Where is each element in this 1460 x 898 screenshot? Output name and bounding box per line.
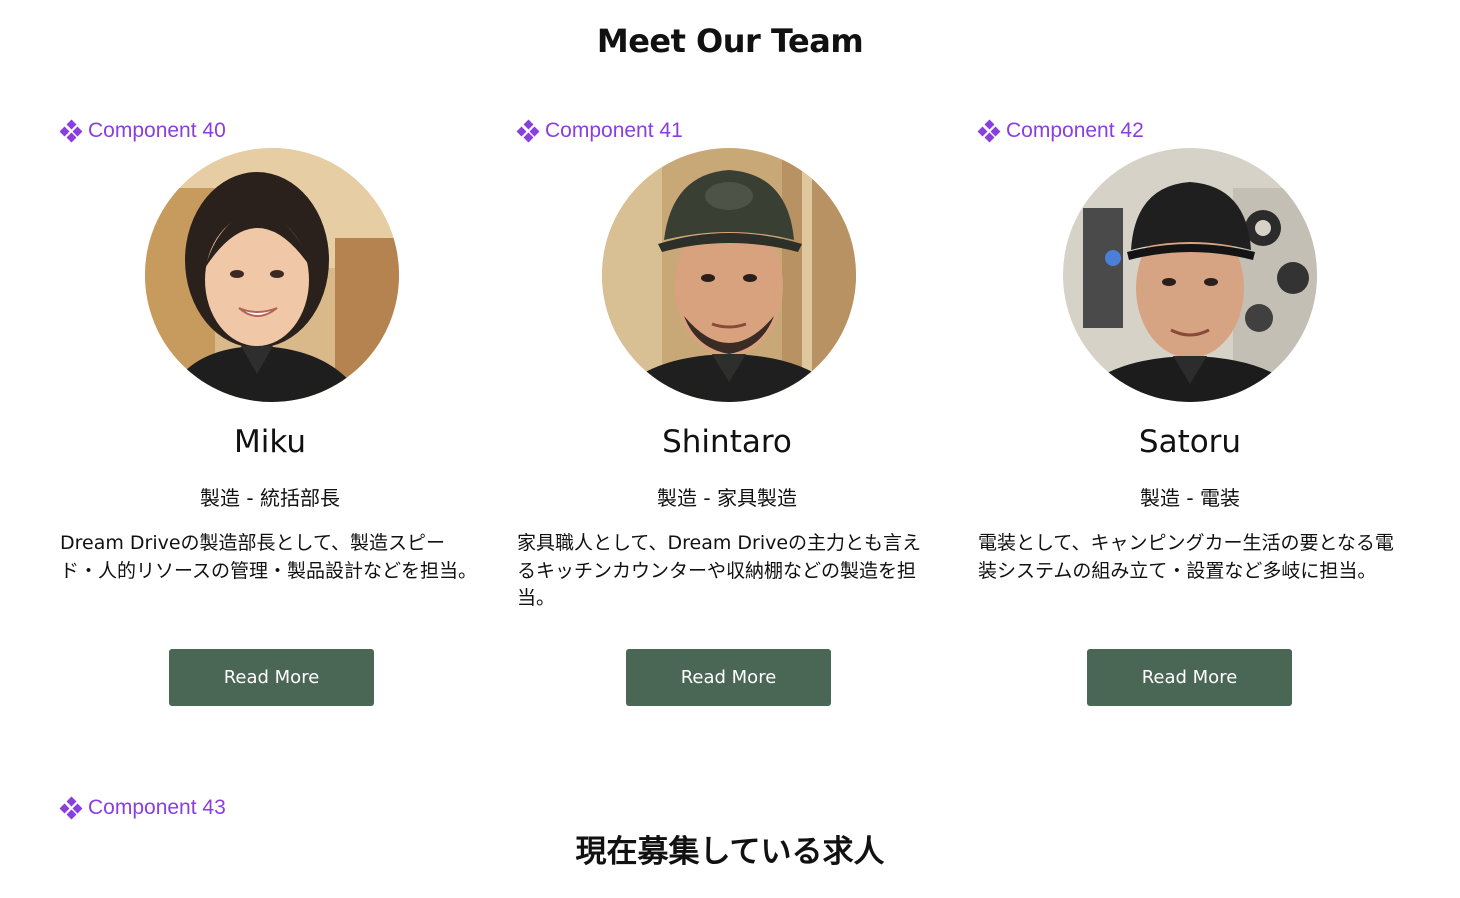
component-label-text: Component 43 <box>88 796 226 819</box>
member-role: 製造 - 家具製造 <box>657 486 797 510</box>
member-name: Miku <box>233 424 306 460</box>
component-label-41[interactable]: Component 41 <box>516 117 683 145</box>
component-diamond-icon <box>59 119 83 143</box>
member-photo-shintaro <box>602 148 856 402</box>
member-role: 製造 - 電装 <box>1140 486 1240 510</box>
component-label-text: Component 42 <box>1006 119 1144 142</box>
component-label-43[interactable]: Component 43 <box>59 794 226 822</box>
component-diamond-icon <box>977 119 1001 143</box>
read-more-button-shintaro[interactable]: Read More <box>626 649 831 706</box>
member-description: 家具職人として、Dream Driveの主力とも言えるキッチンカウンターや収納棚… <box>517 532 922 609</box>
team-section-title: Meet Our Team <box>596 22 864 60</box>
member-description: 電装として、キャンピングカー生活の要となる電装システムの組み立て・設置など多岐に… <box>978 532 1394 582</box>
component-label-40[interactable]: Component 40 <box>59 117 226 145</box>
component-label-text: Component 40 <box>88 119 226 142</box>
read-more-button-satoru[interactable]: Read More <box>1087 649 1292 706</box>
member-role: 製造 - 統括部長 <box>200 486 340 510</box>
component-diamond-icon <box>59 796 83 820</box>
member-description: Dream Driveの製造部長として、製造スピード・人的リソースの管理・製品設… <box>60 532 478 582</box>
component-label-42[interactable]: Component 42 <box>977 117 1144 145</box>
member-name: Satoru <box>1138 424 1242 460</box>
component-diamond-icon <box>516 119 540 143</box>
member-name: Shintaro <box>662 424 792 460</box>
member-photo-miku <box>145 148 399 402</box>
member-photo-satoru <box>1063 148 1317 402</box>
jobs-section-title: 現在募集している求人 <box>575 834 885 870</box>
component-label-text: Component 41 <box>545 119 683 142</box>
read-more-button-miku[interactable]: Read More <box>169 649 374 706</box>
